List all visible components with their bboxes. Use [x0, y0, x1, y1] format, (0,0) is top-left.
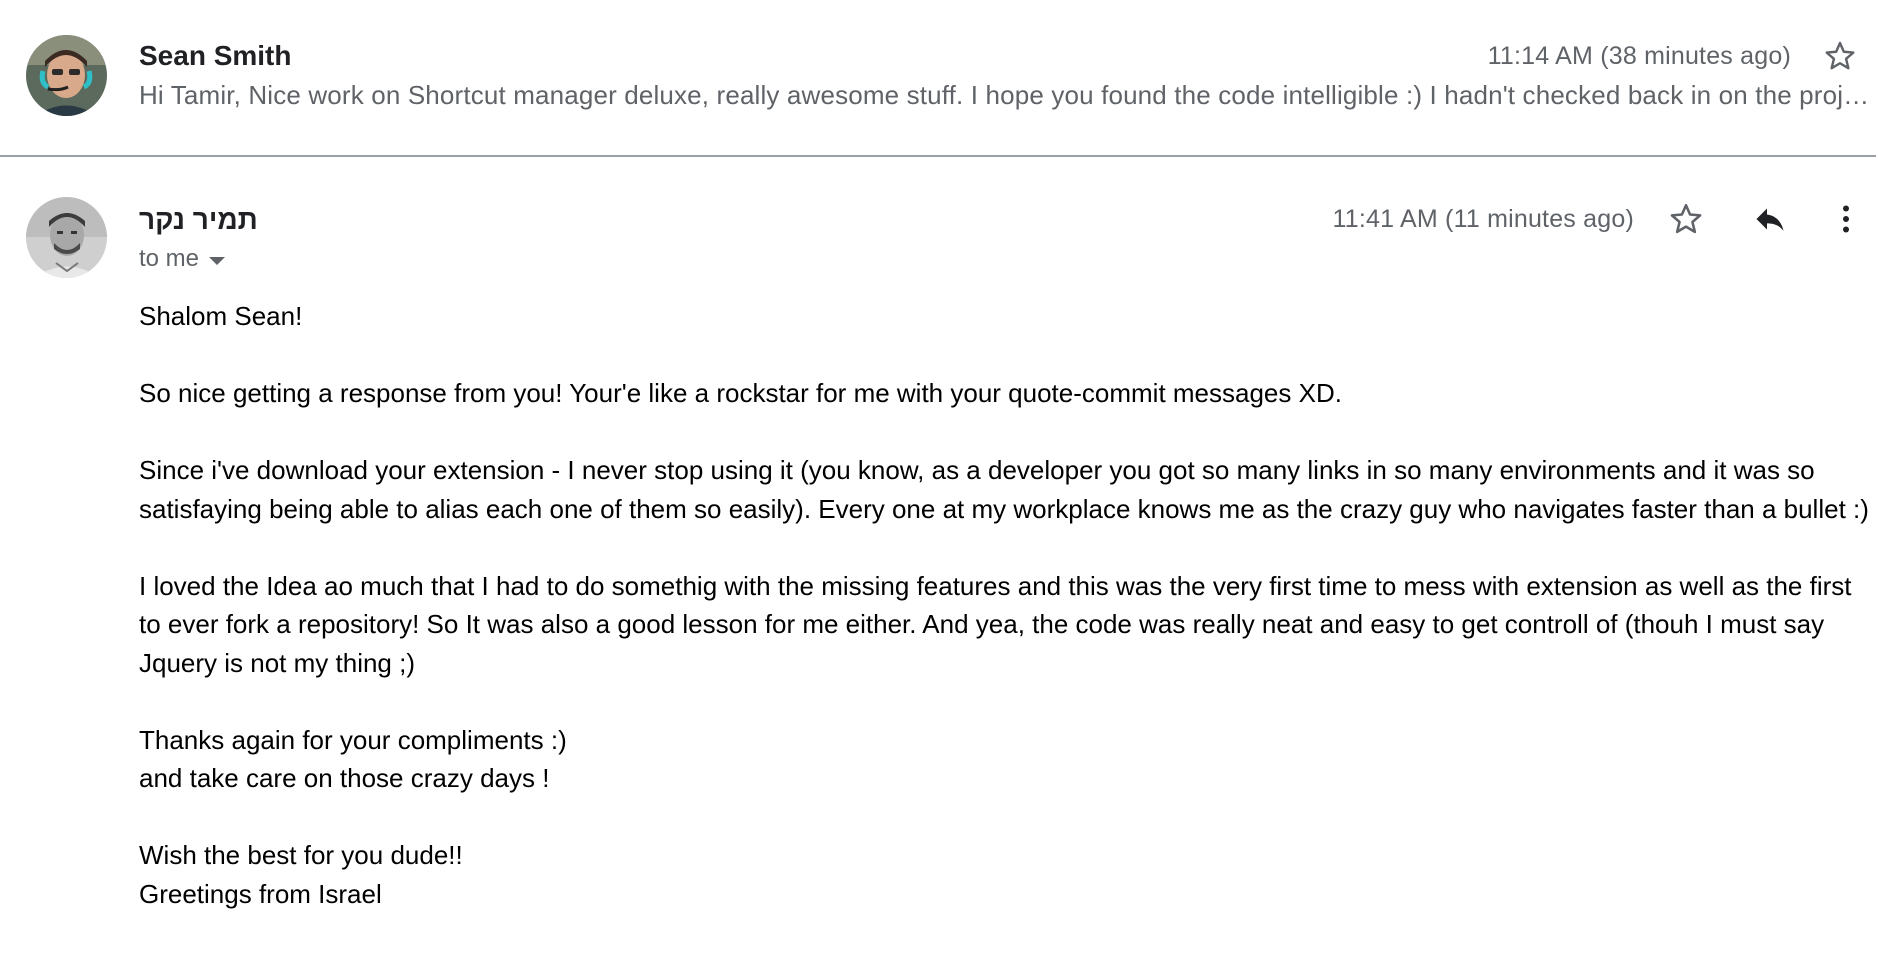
star-button[interactable]: [1818, 34, 1862, 78]
email-thread: Sean Smith 11:14 AM (38 minutes ago) Hi …: [0, 0, 1878, 976]
reply-arrow-icon: [1756, 208, 1784, 231]
body-paragraph: So nice getting a response from you! You…: [139, 378, 1342, 408]
star-button[interactable]: [1664, 197, 1708, 241]
message-expanded: תמיר נקר to me 11:41 AM (11 minutes ago)…: [0, 157, 1878, 976]
recipient-label: to me: [139, 245, 200, 272]
body-paragraph: I loved the Idea ao much that I had to d…: [139, 570, 1852, 678]
sender-avatar: [26, 197, 107, 278]
reply-button[interactable]: [1748, 197, 1792, 241]
sender-name: Sean Smith: [139, 40, 292, 71]
caret-down-icon: [209, 256, 226, 265]
recipient-details-toggle[interactable]: to me: [139, 245, 226, 273]
star-outline-icon: [1670, 203, 1702, 234]
message-snippet: Hi Tamir, Nice work on Shortcut manager …: [139, 80, 1874, 110]
body-paragraph: Shalom Sean!: [139, 301, 303, 331]
more-options-button[interactable]: [1824, 197, 1868, 241]
message-collapsed[interactable]: Sean Smith 11:14 AM (38 minutes ago) Hi …: [0, 0, 1876, 157]
sender-name: תמיר נקר: [139, 204, 258, 235]
more-vertical-icon: [1843, 205, 1849, 233]
message-timestamp: 11:14 AM (38 minutes ago): [1487, 42, 1791, 70]
message-timestamp: 11:41 AM (11 minutes ago): [1332, 205, 1634, 233]
body-paragraph: Thanks again for your compliments :) and…: [139, 724, 567, 794]
avatar-photo-icon: [26, 197, 107, 278]
star-outline-icon: [1825, 41, 1855, 70]
avatar-photo-icon: [26, 35, 107, 116]
body-paragraph: Since i've download your extension - I n…: [139, 455, 1869, 524]
body-paragraph: Wish the best for you dude!! Greetings f…: [139, 840, 463, 909]
message-body: Shalom Sean! So nice getting a response …: [139, 297, 1874, 913]
sender-avatar: [26, 35, 107, 116]
